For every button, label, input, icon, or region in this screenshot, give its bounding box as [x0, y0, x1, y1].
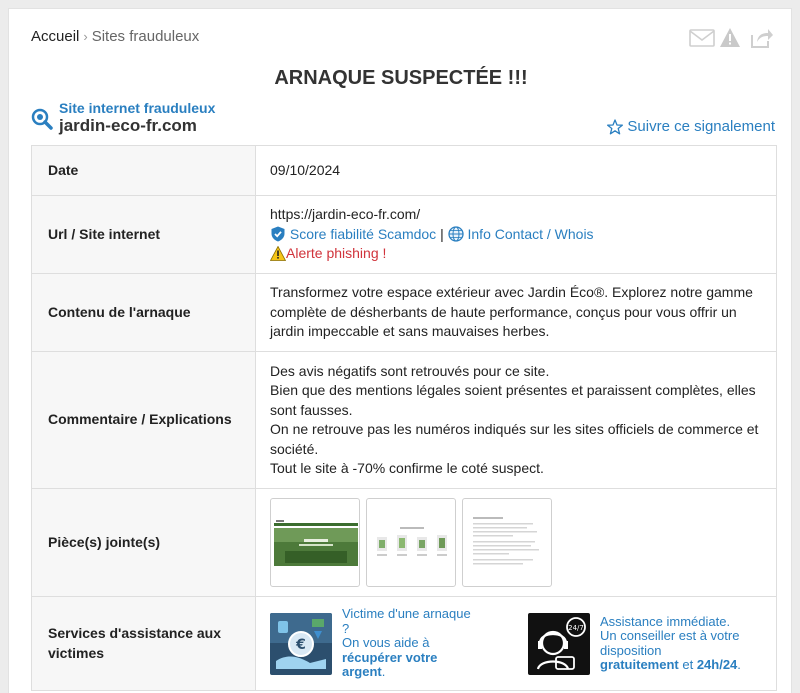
page-title: ARNAQUE SUSPECTÉE !!!: [274, 67, 528, 89]
envelope-icon[interactable]: [689, 27, 715, 49]
assistance-line: Assistance immédiate.: [600, 613, 731, 629]
comment-line: Bien que des mentions légales soient pré…: [270, 382, 756, 398]
content-line: complète de désherbants de haute perform…: [270, 303, 737, 320]
comment-line: Des avis négatifs sont retrouvés pour ce…: [270, 362, 550, 379]
report-card: Accueil › Sites frauduleux ARNAQUE SUSPECT…: [8, 8, 792, 693]
content-line: Transformez votre espace extérieur avec …: [270, 284, 753, 301]
share-icon[interactable]: [749, 27, 773, 49]
attachment-thumbnail[interactable]: [462, 498, 552, 587]
money-recovery-icon: €: [270, 612, 332, 675]
breadcrumb: Accueil › Sites frauduleux: [31, 28, 199, 45]
comment-line: Tout le site à -70% confirme le coté sus…: [270, 460, 544, 476]
victim-help-line: Victime d'une arnaque ?: [342, 606, 471, 636]
assistance-connector: et: [678, 657, 697, 672]
attachment-thumbnail[interactable]: [270, 498, 360, 587]
breadcrumb-home-link[interactable]: Accueil: [31, 28, 79, 45]
comment-line: On ne retrouve pas les numéros indiqués …: [270, 421, 759, 437]
date-value: 09/10/2024: [255, 145, 777, 196]
scamdoc-score-link[interactable]: Score fiabilité Scamdoc: [290, 226, 436, 242]
assistance-line: disposition: [600, 642, 662, 658]
attachment-thumbnails: [270, 498, 762, 587]
follow-report-button[interactable]: Suivre ce signalement: [607, 118, 775, 135]
content-text: Transformez votre espace extérieur avec …: [255, 273, 777, 352]
victim-help-service[interactable]: € Victime d'une arnaque ? On vous aide à…: [270, 607, 480, 680]
content-line: jardin impeccable et sans mauvaises herb…: [270, 323, 550, 340]
follow-label: Suivre ce signalement: [627, 118, 775, 135]
url-value: https://jardin-eco-fr.com/: [270, 206, 421, 223]
date-label: Date: [31, 145, 256, 196]
phishing-alert: Alerte phishing !: [286, 245, 387, 262]
site-kind-label[interactable]: Site internet frauduleux: [59, 100, 215, 116]
url-label: Url / Site internet: [31, 195, 256, 274]
whois-link[interactable]: Info Contact / Whois: [468, 226, 594, 242]
comment-label: Commentaire / Explications: [31, 351, 256, 489]
breadcrumb-separator: ›: [83, 29, 88, 44]
attachments-label: Pièce(s) jointe(s): [31, 488, 256, 597]
assistance-end: .: [737, 657, 741, 672]
table-row-comment: Commentaire / Explications Des avis néga…: [31, 351, 777, 489]
assistance-service[interactable]: 24/7 Assistance immédiate. Un conseiller…: [528, 607, 748, 680]
comment-line: sont fausses.: [270, 401, 353, 418]
comment-text: Des avis négatifs sont retrouvés pour ce…: [255, 351, 777, 489]
services-label-line: victimes: [48, 644, 105, 661]
globe-icon: [447, 226, 464, 242]
alert-triangle-icon: [270, 246, 286, 262]
victim-help-line: On vous aide à: [342, 635, 430, 651]
site-header: Site internet frauduleux jardin-eco-fr.c…: [31, 100, 215, 136]
content-label: Contenu de l'arnaque: [31, 273, 256, 352]
site-domain: jardin-eco-fr.com: [59, 116, 197, 135]
assistance-emphasis: 24h/24: [696, 657, 738, 672]
table-row-attachments: Pièce(s) jointe(s): [31, 488, 777, 597]
support-agent-icon: 24/7: [528, 612, 590, 675]
warning-icon[interactable]: [719, 27, 743, 49]
attachment-thumbnail[interactable]: [366, 498, 456, 587]
shield-check-icon: [271, 226, 285, 242]
services-label-line: Services d'assistance aux: [48, 625, 221, 641]
breadcrumb-current[interactable]: Sites frauduleux: [92, 28, 200, 45]
comment-line: société.: [270, 440, 319, 457]
table-row-url: Url / Site internet https://jardin-eco-f…: [31, 195, 777, 274]
victim-help-emphasis: récupérer votre argent: [342, 649, 438, 680]
report-table: Date 09/10/2024 Url / Site internet http…: [31, 145, 777, 691]
star-outline-icon: [607, 118, 624, 134]
svg-text:24/7: 24/7: [568, 624, 584, 632]
link-divider: |: [440, 225, 444, 242]
magnifier-icon: [31, 108, 53, 130]
victim-help-end: .: [381, 664, 386, 680]
assistance-line: Un conseiller est à votre: [600, 628, 740, 643]
services-label: Services d'assistance aux victimes: [31, 596, 256, 691]
svg-text:€: €: [295, 637, 306, 653]
table-row-services: Services d'assistance aux victimes € Vic…: [31, 596, 777, 691]
action-icons: [689, 27, 773, 49]
table-row-date: Date 09/10/2024: [31, 145, 777, 196]
table-row-content: Contenu de l'arnaque Transformez votre e…: [31, 273, 777, 352]
assistance-emphasis: gratuitement: [600, 657, 679, 672]
